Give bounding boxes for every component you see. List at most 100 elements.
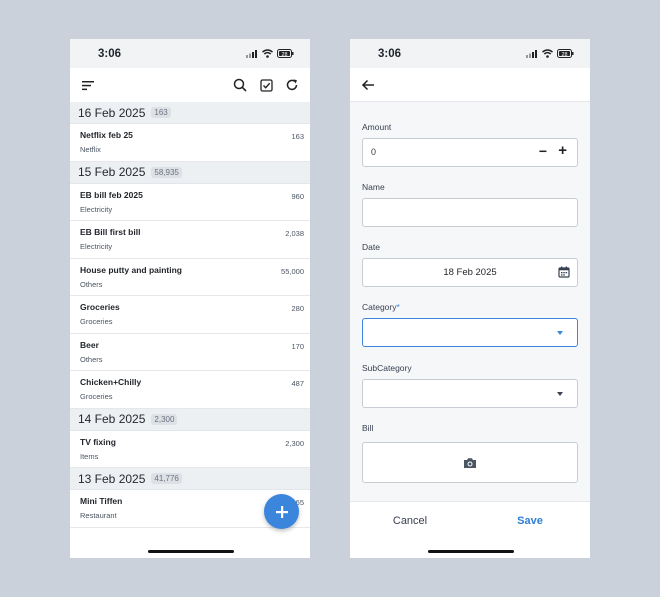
expense-item[interactable]: TV fixing Items 2,300 xyxy=(70,430,310,468)
status-icons: 28 xyxy=(526,49,574,58)
expense-amount: 280 xyxy=(291,304,304,313)
expense-category: Groceries xyxy=(80,392,113,401)
expense-amount: 960 xyxy=(291,191,304,201)
date-header-date: 13 Feb 2025 xyxy=(78,471,146,486)
battery-level: 28 xyxy=(281,52,287,58)
expense-amount: 55,000 xyxy=(281,266,304,276)
expense-category: Groceries xyxy=(80,317,113,326)
checkbox-icon[interactable] xyxy=(258,77,274,93)
expense-name: TV fixing xyxy=(80,436,116,447)
date-header: 16 Feb 2025 163 xyxy=(70,102,310,124)
increment-button[interactable]: + xyxy=(558,142,567,159)
date-header-total: 163 xyxy=(151,107,171,118)
expense-item[interactable]: Groceries Groceries 280 xyxy=(70,296,310,334)
menu-icon[interactable] xyxy=(80,77,96,93)
cancel-button[interactable]: Cancel xyxy=(350,515,470,527)
status-time: 3:06 xyxy=(378,47,402,60)
signal-icon xyxy=(526,50,537,58)
expense-category: Electricity xyxy=(80,242,113,251)
home-indicator[interactable] xyxy=(148,550,234,553)
expense-category: Electricity xyxy=(80,204,113,214)
status-bar: 3:06 28 xyxy=(70,39,310,68)
date-header-date: 15 Feb 2025 xyxy=(78,165,146,179)
expense-list-screen: 3:06 28 16 Feb 2025 163 Netflix feb 25 N… xyxy=(70,39,310,558)
expense-amount: 2,300 xyxy=(285,438,304,448)
expense-item[interactable]: Beer Others 170 xyxy=(70,333,310,371)
expense-form: Amount 0 − + Name Date 18 Feb 2025 Categ… xyxy=(350,102,590,501)
expense-name: EB bill feb 2025 xyxy=(80,189,143,200)
back-arrow-icon[interactable] xyxy=(360,77,376,93)
date-header-total: 2,300 xyxy=(151,413,178,425)
expense-amount: 487 xyxy=(291,379,304,388)
calendar-icon[interactable] xyxy=(558,266,570,278)
required-marker: * xyxy=(396,302,400,312)
category-label-text: Category xyxy=(362,302,397,312)
dropdown-caret-icon xyxy=(557,331,563,335)
expense-item[interactable]: Netflix feb 25 Netflix 163 xyxy=(70,124,310,162)
decrement-button[interactable]: − xyxy=(539,143,547,159)
expense-category: Netflix xyxy=(80,145,101,154)
date-header: 13 Feb 2025 41,776 xyxy=(70,468,310,490)
status-time: 3:06 xyxy=(98,47,122,60)
expense-list: 16 Feb 2025 163 Netflix feb 25 Netflix 1… xyxy=(70,102,310,558)
date-header-total: 41,776 xyxy=(151,473,182,484)
expense-name: House putty and painting xyxy=(80,264,182,275)
date-label: Date xyxy=(362,242,380,252)
expense-category: Items xyxy=(80,451,99,461)
status-bar: 3:06 28 xyxy=(350,39,590,68)
bill-label: Bill xyxy=(362,423,374,433)
battery-icon: 28 xyxy=(277,49,294,58)
date-header-total: 58,935 xyxy=(151,166,182,178)
amount-field[interactable]: 0 − + xyxy=(362,138,578,167)
battery-level: 28 xyxy=(561,52,567,58)
amount-label: Amount xyxy=(362,122,392,132)
save-button[interactable]: Save xyxy=(470,515,590,527)
list-app-bar xyxy=(70,68,310,102)
date-header-date: 16 Feb 2025 xyxy=(78,105,146,120)
expense-amount: 170 xyxy=(291,341,304,351)
form-app-bar xyxy=(350,68,590,102)
expense-name: Chicken+Chilly xyxy=(80,377,142,387)
category-label: Category* xyxy=(362,302,400,312)
add-expense-screen: 3:06 28 Amount 0 − + Name Date 18 Feb 20… xyxy=(350,39,590,558)
expense-name: Groceries xyxy=(80,302,120,312)
signal-icon xyxy=(246,50,257,58)
refresh-icon[interactable] xyxy=(284,77,300,93)
plus-icon xyxy=(275,505,288,518)
subcategory-label: SubCategory xyxy=(362,363,412,373)
home-indicator-area xyxy=(70,539,310,558)
name-field[interactable] xyxy=(362,198,578,227)
date-field[interactable]: 18 Feb 2025 xyxy=(362,258,578,287)
date-header: 15 Feb 2025 58,935 xyxy=(70,161,310,184)
add-expense-button[interactable] xyxy=(264,494,299,529)
status-icons: 28 xyxy=(246,49,294,58)
dropdown-caret-icon xyxy=(557,392,563,396)
expense-name: Beer xyxy=(80,339,99,350)
amount-value: 0 xyxy=(371,147,377,157)
date-value: 18 Feb 2025 xyxy=(443,267,497,278)
expense-name: Netflix feb 25 xyxy=(80,130,133,140)
name-label: Name xyxy=(362,182,385,192)
expense-item[interactable]: EB bill feb 2025 Electricity 960 xyxy=(70,183,310,221)
category-select[interactable] xyxy=(362,318,578,347)
subcategory-select[interactable] xyxy=(362,379,578,408)
date-header-date: 14 Feb 2025 xyxy=(78,412,146,426)
home-indicator[interactable] xyxy=(428,550,514,553)
expense-amount: 163 xyxy=(291,132,304,141)
expense-item[interactable]: House putty and painting Others 55,000 xyxy=(70,258,310,296)
expense-item[interactable]: EB Bill first bill Electricity 2,038 xyxy=(70,221,310,259)
date-header: 14 Feb 2025 2,300 xyxy=(70,408,310,431)
search-icon[interactable] xyxy=(232,77,248,93)
camera-icon[interactable] xyxy=(463,457,477,469)
expense-category: Others xyxy=(80,354,103,364)
home-indicator-area xyxy=(350,539,590,558)
wifi-icon xyxy=(542,49,553,58)
bill-upload-field[interactable] xyxy=(362,442,578,483)
expense-name: EB Bill first bill xyxy=(80,227,141,237)
expense-item[interactable]: Chicken+Chilly Groceries 487 xyxy=(70,371,310,409)
expense-category: Others xyxy=(80,279,103,289)
wifi-icon xyxy=(262,49,273,58)
form-footer: Cancel Save xyxy=(350,501,590,539)
battery-icon: 28 xyxy=(557,49,574,58)
expense-amount: 2,038 xyxy=(285,229,304,238)
